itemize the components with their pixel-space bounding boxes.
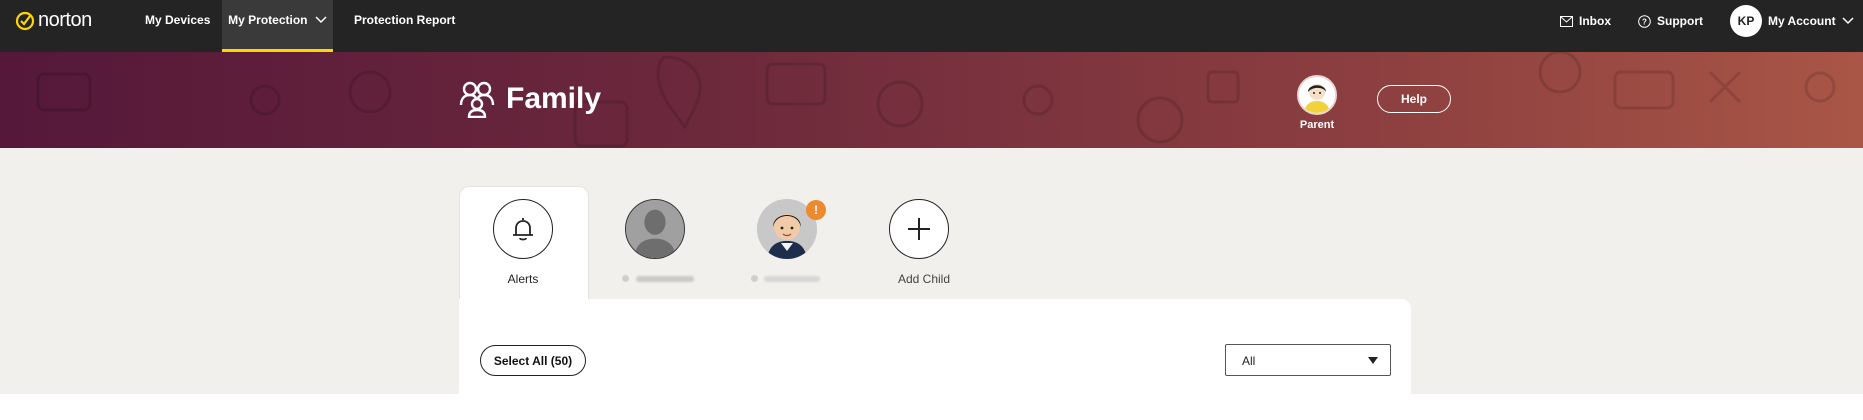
family-heading: Family bbox=[506, 82, 602, 115]
person-silhouette-icon bbox=[626, 200, 684, 258]
nav-my-devices[interactable]: My Devices bbox=[145, 0, 210, 52]
parent-label: Parent bbox=[1299, 119, 1335, 131]
child-2-name-redacted bbox=[764, 276, 820, 282]
support-label: Support bbox=[1657, 14, 1703, 28]
my-account-label: My Account bbox=[1768, 14, 1836, 28]
envelope-icon bbox=[1560, 15, 1573, 27]
add-child-label: Add Child bbox=[897, 272, 951, 286]
norton-logo[interactable]: norton bbox=[15, 9, 92, 32]
nav-my-protection-label: My Protection bbox=[228, 13, 308, 27]
nav-protection-report[interactable]: Protection Report bbox=[354, 0, 455, 52]
top-navigation: norton My Devices My Protection Protecti… bbox=[0, 0, 1863, 52]
nav-my-protection[interactable]: My Protection bbox=[222, 0, 333, 52]
help-button[interactable]: Help bbox=[1377, 85, 1451, 113]
bell-icon bbox=[513, 218, 533, 241]
support-link[interactable]: ? Support bbox=[1638, 14, 1703, 28]
nav-protection-report-label: Protection Report bbox=[354, 13, 456, 27]
banner-background-pattern bbox=[36, 52, 1836, 148]
alerts-filter-select[interactable]: All bbox=[1225, 344, 1391, 376]
child-1-status-dot bbox=[622, 275, 629, 282]
family-banner: Family Parent Help bbox=[0, 52, 1863, 148]
brand-name: norton bbox=[38, 9, 92, 31]
nav-my-devices-label: My Devices bbox=[145, 13, 211, 27]
parent-cartoon-icon bbox=[1299, 77, 1335, 113]
chevron-down-icon bbox=[1842, 17, 1854, 25]
caret-down-icon bbox=[1368, 357, 1378, 364]
chevron-down-icon bbox=[315, 16, 327, 24]
question-circle-icon: ? bbox=[1638, 14, 1651, 28]
page-bottom bbox=[0, 394, 1863, 420]
child-2-status-dot bbox=[751, 275, 758, 282]
child-1-name-redacted bbox=[636, 276, 694, 282]
page-title: Family bbox=[458, 80, 601, 118]
inbox-link[interactable]: Inbox bbox=[1560, 14, 1611, 28]
my-account-menu[interactable]: KP My Account bbox=[1730, 5, 1854, 37]
svg-text:?: ? bbox=[1642, 17, 1647, 26]
filter-selected-value: All bbox=[1242, 354, 1256, 368]
alerts-tab-label: Alerts bbox=[507, 272, 539, 286]
alert-badge-icon: ! bbox=[806, 200, 826, 220]
family-icon bbox=[459, 81, 495, 118]
select-all-button[interactable]: Select All (50) bbox=[480, 345, 586, 376]
child-1-avatar[interactable] bbox=[625, 199, 685, 259]
parent-avatar[interactable] bbox=[1297, 75, 1337, 115]
norton-check-icon bbox=[15, 11, 35, 30]
plus-icon bbox=[908, 218, 930, 240]
account-avatar: KP bbox=[1730, 5, 1762, 37]
alerts-circle[interactable] bbox=[493, 199, 553, 259]
inbox-label: Inbox bbox=[1579, 14, 1611, 28]
add-child-button[interactable] bbox=[889, 199, 949, 259]
